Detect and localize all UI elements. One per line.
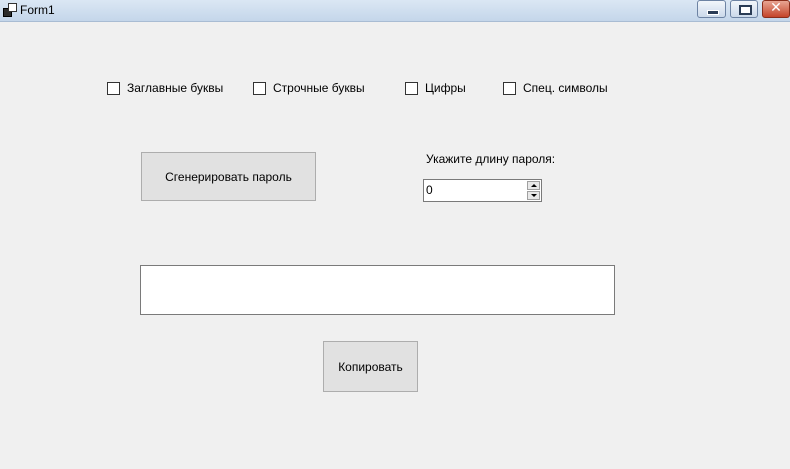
minimize-button[interactable] [697, 0, 726, 18]
checkbox-box[interactable] [405, 81, 418, 95]
checkbox-label: Строчные буквы [273, 81, 365, 95]
app-icon [3, 3, 17, 17]
checkbox-label: Спец. символы [523, 81, 608, 95]
checkbox-special-symbols[interactable]: Спец. символы [503, 80, 608, 96]
maximize-button[interactable] [730, 0, 758, 18]
checkbox-lowercase[interactable]: Строчные буквы [253, 80, 365, 96]
window-title: Form1 [20, 3, 55, 17]
arrow-down-icon [531, 194, 537, 197]
checkbox-label: Цифры [425, 81, 466, 95]
password-length-value[interactable]: 0 [426, 183, 433, 197]
password-length-stepper[interactable]: 0 [423, 179, 542, 202]
copy-button[interactable]: Копировать [323, 341, 418, 392]
checkbox-label: Заглавные буквы [127, 81, 224, 95]
arrow-up-icon [531, 184, 537, 187]
password-length-label: Укажите длину пароля: [426, 152, 556, 166]
close-button[interactable]: ✕ [762, 0, 790, 18]
password-output-field[interactable] [140, 265, 615, 315]
checkbox-box[interactable] [503, 81, 516, 95]
checkbox-uppercase[interactable]: Заглавные буквы [107, 80, 223, 96]
spin-down-button[interactable] [527, 191, 540, 200]
checkbox-box[interactable] [107, 81, 120, 95]
spin-up-button[interactable] [527, 181, 540, 190]
close-icon: ✕ [770, 0, 782, 16]
minimize-icon [707, 10, 719, 15]
checkbox-digits[interactable]: Цифры [405, 80, 466, 96]
title-bar: Form1 ✕ [0, 0, 790, 22]
checkbox-box[interactable] [253, 81, 266, 95]
generate-password-button[interactable]: Сгенерировать пароль [141, 152, 316, 201]
maximize-icon [739, 5, 752, 15]
